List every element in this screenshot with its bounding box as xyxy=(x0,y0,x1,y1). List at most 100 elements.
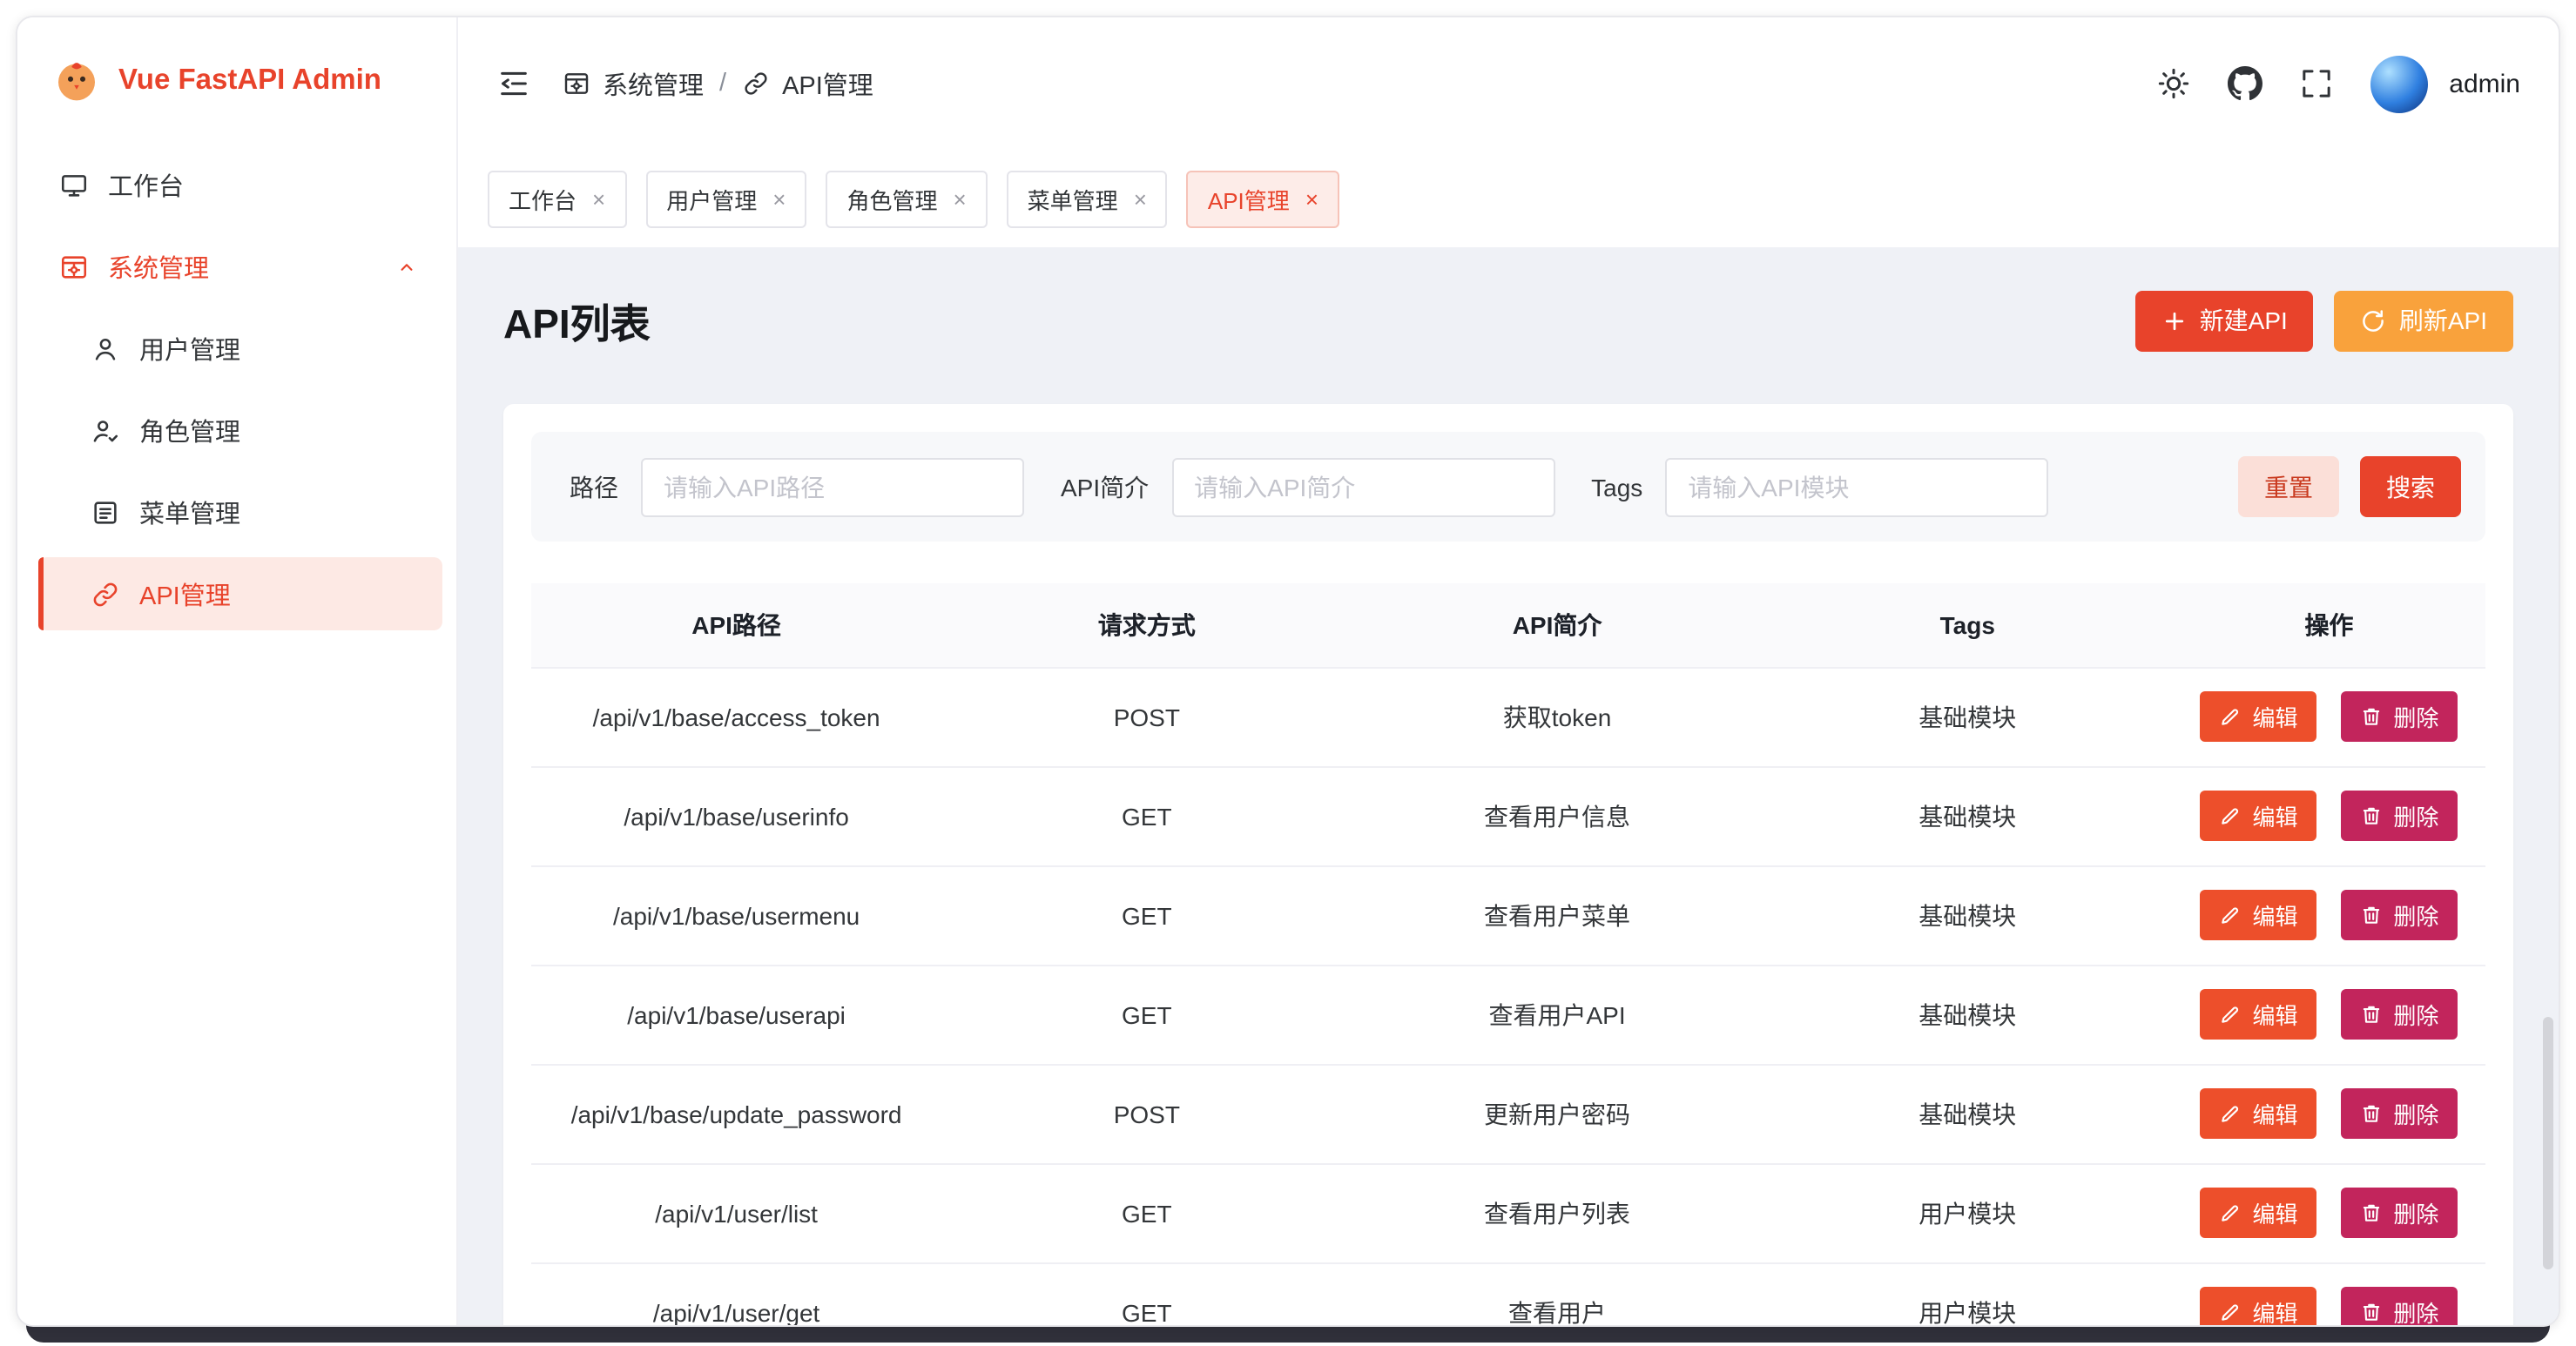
sidebar-item-menu-management[interactable]: 菜单管理 xyxy=(38,475,442,548)
table-row: /api/v1/user/list GET 查看用户列表 用户模块 编辑 删除 xyxy=(531,1163,2485,1262)
plus-icon xyxy=(2161,307,2188,333)
edit-button-label: 编辑 xyxy=(2253,1296,2298,1325)
column-header-summary: API简介 xyxy=(1352,583,1762,667)
tab-close-icon[interactable]: × xyxy=(953,187,966,210)
delete-button[interactable]: 删除 xyxy=(2341,1188,2458,1238)
user-avatar[interactable] xyxy=(2370,55,2428,112)
tab-label: 工作台 xyxy=(509,182,577,215)
sidebar-collapse-button[interactable] xyxy=(496,66,531,101)
edit-button[interactable]: 编辑 xyxy=(2201,989,2317,1040)
cell-actions: 编辑 删除 xyxy=(2173,965,2485,1064)
trash-icon xyxy=(2360,1003,2383,1026)
role-icon xyxy=(91,415,120,445)
cell-tags: 基础模块 xyxy=(1763,865,2173,965)
edit-button[interactable]: 编辑 xyxy=(2201,791,2317,841)
github-button[interactable] xyxy=(2228,66,2262,101)
delete-button[interactable]: 删除 xyxy=(2341,1287,2458,1325)
page-content: API列表 新建API 刷新API xyxy=(458,247,2559,1325)
cell-summary: 查看用户列表 xyxy=(1352,1163,1762,1262)
delete-button-label: 删除 xyxy=(2393,1097,2438,1130)
summary-filter-label: API简介 xyxy=(1061,469,1149,504)
edit-button[interactable]: 编辑 xyxy=(2201,1088,2317,1139)
tab[interactable]: 菜单管理 × xyxy=(1007,170,1168,227)
cell-summary: 查看用户 xyxy=(1352,1262,1762,1325)
page-header: API列表 新建API 刷新API xyxy=(503,272,2513,369)
edit-button-label: 编辑 xyxy=(2253,898,2298,932)
breadcrumb-api-management[interactable]: API管理 xyxy=(742,65,873,102)
pencil-icon xyxy=(2220,705,2242,728)
cell-summary: 更新用户密码 xyxy=(1352,1064,1762,1163)
tab-close-icon[interactable]: × xyxy=(592,187,605,210)
sidebar-item-system-management[interactable]: 系统管理 xyxy=(38,230,442,303)
tab-close-icon[interactable]: × xyxy=(1305,187,1318,210)
tab[interactable]: 角色管理 × xyxy=(826,170,987,227)
tab[interactable]: 用户管理 × xyxy=(645,170,806,227)
cell-path: /api/v1/base/usermenu xyxy=(531,865,941,965)
search-button[interactable]: 搜索 xyxy=(2360,456,2461,517)
tab-close-icon[interactable]: × xyxy=(1134,187,1147,210)
tab-close-icon[interactable]: × xyxy=(772,187,786,210)
cell-actions: 编辑 删除 xyxy=(2173,766,2485,865)
breadcrumb: 系统管理 / API管理 xyxy=(563,65,873,102)
filter-actions: 重置 搜索 xyxy=(2238,456,2461,517)
delete-button[interactable]: 删除 xyxy=(2341,890,2458,940)
create-api-label: 新建API xyxy=(2200,303,2288,338)
delete-button[interactable]: 删除 xyxy=(2341,791,2458,841)
window-bottom-shadow xyxy=(26,1325,2550,1343)
edit-button[interactable]: 编辑 xyxy=(2201,1188,2317,1238)
github-icon xyxy=(2228,66,2262,101)
sidebar-item-role-management[interactable]: 角色管理 xyxy=(38,394,442,467)
summary-filter-input[interactable] xyxy=(1171,457,1554,516)
tab[interactable]: 工作台 × xyxy=(488,170,626,227)
username[interactable]: admin xyxy=(2449,69,2520,98)
edit-button[interactable]: 编辑 xyxy=(2201,1287,2317,1325)
menu-list-icon xyxy=(91,497,120,527)
delete-button-label: 删除 xyxy=(2393,799,2438,832)
tab[interactable]: API管理 × xyxy=(1187,170,1339,227)
sidebar-item-label: 菜单管理 xyxy=(139,494,421,530)
theme-toggle-button[interactable] xyxy=(2156,66,2191,101)
column-header-path: API路径 xyxy=(531,583,941,667)
sidebar-item-label: 系统管理 xyxy=(108,248,373,285)
topbar: 系统管理 / API管理 xyxy=(458,17,2559,150)
collapse-sidebar-icon xyxy=(496,66,531,101)
cell-tags: 基础模块 xyxy=(1763,965,2173,1064)
sidebar-menu: 工作台 系统管理 用户管理 角色管理 xyxy=(17,132,456,630)
delete-button[interactable]: 删除 xyxy=(2341,691,2458,742)
pencil-icon xyxy=(2220,904,2242,926)
pencil-icon xyxy=(2220,1003,2242,1026)
cell-method: GET xyxy=(941,766,1352,865)
cell-method: GET xyxy=(941,1163,1352,1262)
cell-path: /api/v1/base/userinfo xyxy=(531,766,941,865)
cell-tags: 用户模块 xyxy=(1763,1163,2173,1262)
scrollbar-thumb[interactable] xyxy=(2543,1017,2553,1269)
cell-tags: 用户模块 xyxy=(1763,1262,2173,1325)
trash-icon xyxy=(2360,705,2383,728)
sidebar-item-label: 工作台 xyxy=(108,166,421,203)
tags-filter-input[interactable] xyxy=(1665,457,2048,516)
delete-button[interactable]: 删除 xyxy=(2341,989,2458,1040)
delete-button[interactable]: 删除 xyxy=(2341,1088,2458,1139)
reset-button[interactable]: 重置 xyxy=(2238,456,2339,517)
sidebar-item-api-management[interactable]: API管理 xyxy=(38,557,442,630)
api-link-icon xyxy=(91,579,120,609)
cell-summary: 查看用户菜单 xyxy=(1352,865,1762,965)
delete-button-label: 删除 xyxy=(2393,898,2438,932)
edit-button-label: 编辑 xyxy=(2253,700,2298,733)
fullscreen-button[interactable] xyxy=(2299,66,2334,101)
sidebar-item-workbench[interactable]: 工作台 xyxy=(38,148,442,221)
sidebar-item-user-management[interactable]: 用户管理 xyxy=(38,312,442,385)
create-api-button[interactable]: 新建API xyxy=(2135,290,2314,351)
tab-label: 用户管理 xyxy=(666,182,757,215)
pencil-icon xyxy=(2220,1201,2242,1224)
edit-button[interactable]: 编辑 xyxy=(2201,691,2317,742)
table-row: /api/v1/base/usermenu GET 查看用户菜单 基础模块 编辑… xyxy=(531,865,2485,965)
api-list-card: 路径 API简介 Tags 重置 搜索 xyxy=(503,404,2513,1325)
breadcrumb-system-management[interactable]: 系统管理 xyxy=(563,65,704,102)
pencil-icon xyxy=(2220,1102,2242,1125)
trash-icon xyxy=(2360,1201,2383,1224)
path-filter-input[interactable] xyxy=(641,457,1024,516)
refresh-api-button[interactable]: 刷新API xyxy=(2335,290,2513,351)
edit-button[interactable]: 编辑 xyxy=(2201,890,2317,940)
topbar-actions: admin xyxy=(2156,55,2520,112)
